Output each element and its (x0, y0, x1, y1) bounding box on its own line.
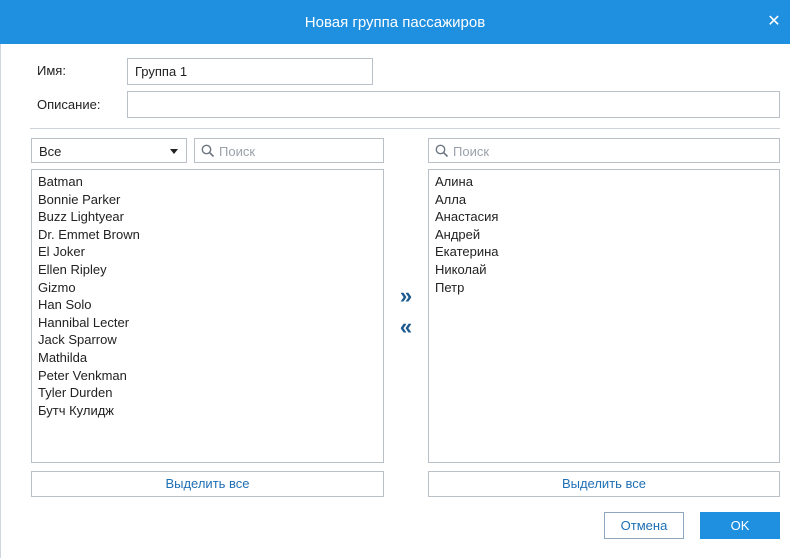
right-select-all-button[interactable]: Выделить все (428, 471, 780, 497)
list-item[interactable]: Batman (38, 173, 383, 191)
list-item[interactable]: Ellen Ripley (38, 261, 383, 279)
left-search-input[interactable]: Поиск (194, 138, 384, 163)
description-input[interactable] (127, 91, 780, 118)
name-input[interactable] (127, 58, 373, 85)
left-select-all-button[interactable]: Выделить все (31, 471, 384, 497)
move-left-button[interactable]: « (394, 316, 418, 338)
close-icon[interactable]: ✕ (764, 12, 784, 32)
list-item[interactable]: Tyler Durden (38, 384, 383, 402)
search-icon (435, 144, 449, 158)
list-item[interactable]: Екатерина (435, 243, 779, 261)
list-item[interactable]: Николай (435, 261, 779, 279)
cancel-button[interactable]: Отмена (604, 512, 684, 539)
chevron-down-icon (170, 149, 178, 154)
filter-selected-value: Все (39, 144, 62, 159)
right-search-input[interactable]: Поиск (428, 138, 780, 163)
available-passengers-items: Batman Bonnie Parker Buzz Lightyear Dr. Emm… (32, 170, 383, 419)
list-item[interactable]: Mathilda (38, 349, 383, 367)
list-item[interactable]: Peter Venkman (38, 367, 383, 385)
move-right-button[interactable]: » (394, 285, 418, 307)
available-passengers-list[interactable]: Batman Bonnie Parker Buzz Lightyear Dr. Emm… (31, 169, 384, 463)
dialog-left-border (0, 44, 1, 558)
filter-dropdown[interactable]: Все (31, 138, 187, 163)
ok-button[interactable]: OK (700, 512, 780, 539)
list-item[interactable]: Dr. Emmet Brown (38, 226, 383, 244)
list-item[interactable]: El Joker (38, 243, 383, 261)
list-item[interactable]: Han Solo (38, 296, 383, 314)
list-item[interactable]: Андрей (435, 226, 779, 244)
list-item[interactable]: Анастасия (435, 208, 779, 226)
new-passenger-group-dialog: Новая группа пассажиров ✕ Имя: Описание:… (0, 0, 790, 558)
list-item[interactable]: Jack Sparrow (38, 331, 383, 349)
list-item[interactable]: Бутч Кулидж (38, 402, 383, 420)
left-search-placeholder: Поиск (219, 144, 256, 159)
description-label: Описание: (37, 97, 101, 112)
list-item[interactable]: Алла (435, 191, 779, 209)
right-search-placeholder: Поиск (453, 144, 490, 159)
list-item[interactable]: Петр (435, 279, 779, 297)
list-item[interactable]: Bonnie Parker (38, 191, 383, 209)
list-item[interactable]: Buzz Lightyear (38, 208, 383, 226)
list-item[interactable]: Алина (435, 173, 779, 191)
list-item[interactable]: Hannibal Lecter (38, 314, 383, 332)
separator-line (30, 128, 780, 129)
search-icon (201, 144, 215, 158)
group-passengers-list[interactable]: Алина Алла Анастасия Андрей Екатерина Николай… (428, 169, 780, 463)
list-item[interactable]: Gizmo (38, 279, 383, 297)
group-passengers-items: Алина Алла Анастасия Андрей Екатерина Николай… (429, 170, 779, 296)
dialog-title: Новая группа пассажиров (304, 13, 486, 31)
dialog-titlebar: Новая группа пассажиров ✕ (0, 0, 790, 44)
name-label: Имя: (37, 63, 66, 78)
